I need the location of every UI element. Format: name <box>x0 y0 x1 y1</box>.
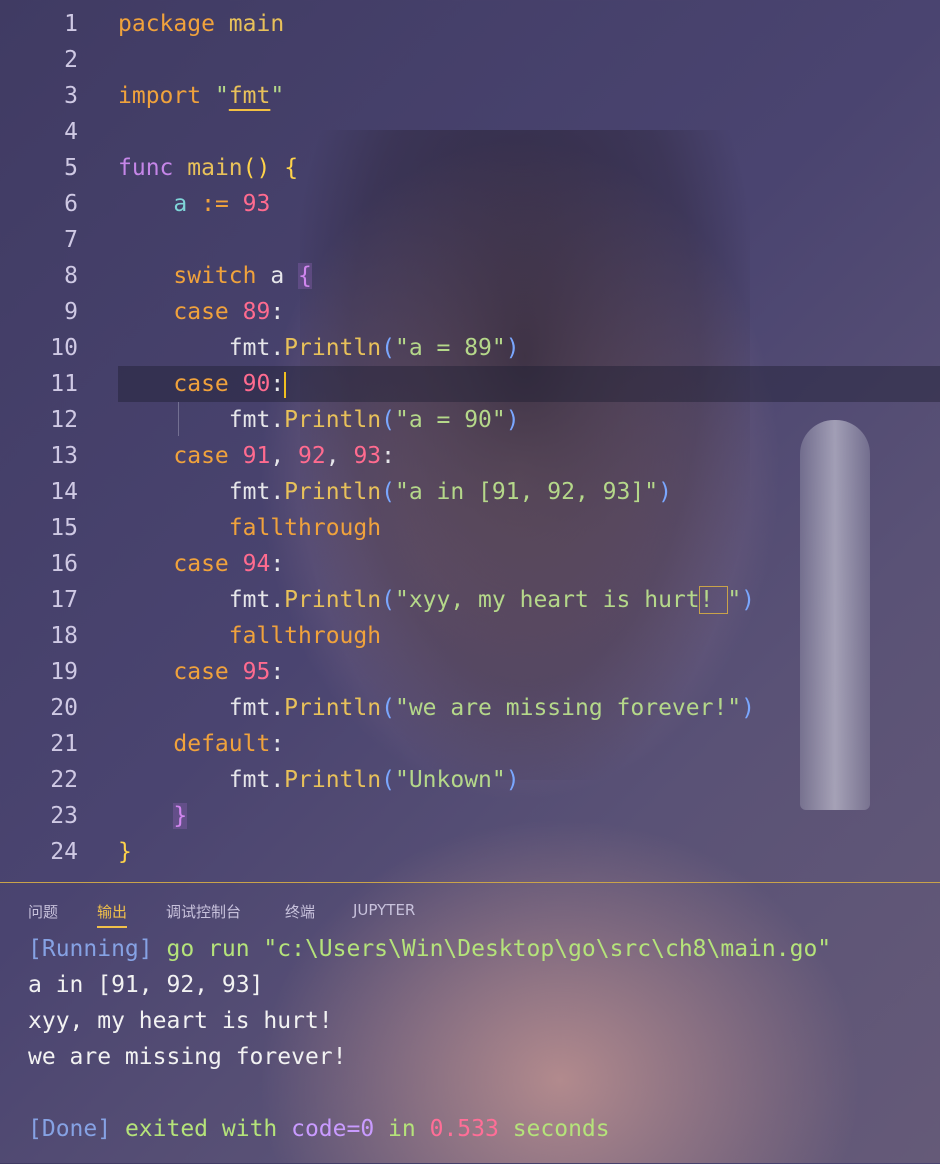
code-line-1[interactable]: 1 package main <box>0 6 284 42</box>
code-text[interactable]: default: <box>118 726 284 762</box>
done-tag: [Done] <box>28 1116 112 1142</box>
line-number: 5 <box>64 155 78 181</box>
line-number: 11 <box>50 371 78 397</box>
code-line-15[interactable]: 15 fallthrough <box>0 510 381 546</box>
code-line-16[interactable]: 16 case 94: <box>0 546 284 582</box>
code-text[interactable]: } <box>118 798 188 834</box>
code-text[interactable]: fmt.Println("we are missing forever!") <box>118 690 755 726</box>
line-number: 15 <box>50 515 78 541</box>
code-text[interactable]: fallthrough <box>118 510 381 546</box>
code-text[interactable]: case 91, 92, 93: <box>118 438 395 474</box>
code-line-9[interactable]: 9 case 89: <box>0 294 284 330</box>
run-time: 0.533 <box>429 1116 499 1142</box>
code-line-2[interactable]: 2 <box>0 42 78 78</box>
running-command: go run "c:\Users\Win\Desktop\go\src\ch8\… <box>152 936 832 962</box>
code-text[interactable]: fallthrough <box>118 618 381 654</box>
tab-terminal[interactable]: 终端 <box>285 901 315 922</box>
done-text-3: seconds <box>498 1116 610 1142</box>
code-line-12[interactable]: 12 fmt.Println("a = 90") <box>0 402 519 438</box>
output-line-3: we are missing forever! <box>28 1044 347 1070</box>
code-text[interactable]: case 89: <box>118 294 284 330</box>
code-line-6[interactable]: 6 a := 93 <box>0 186 270 222</box>
code-text[interactable]: case 95: <box>118 654 284 690</box>
line-number: 18 <box>50 623 78 649</box>
code-line-11[interactable]: 11 case 90: <box>0 366 287 402</box>
done-text-2: in <box>374 1116 430 1142</box>
line-number: 23 <box>50 803 78 829</box>
code-line-21[interactable]: 21 default: <box>0 726 284 762</box>
exit-code: code=0 <box>291 1116 375 1142</box>
code-line-3[interactable]: 3 import "fmt" <box>0 78 284 114</box>
code-line-10[interactable]: 10 fmt.Println("a = 89") <box>0 330 519 366</box>
code-text[interactable]: import "fmt" <box>118 78 284 114</box>
line-number: 21 <box>50 731 78 757</box>
code-line-20[interactable]: 20 fmt.Println("we are missing forever!"… <box>0 690 755 726</box>
line-number: 7 <box>64 227 78 253</box>
code-text[interactable]: fmt.Println("a = 89") <box>118 330 520 366</box>
output-done-line: [Done] exited with code=0 in 0.533 secon… <box>28 1116 610 1142</box>
line-number: 16 <box>50 551 78 577</box>
line-number: 17 <box>50 587 78 613</box>
code-text[interactable]: fmt.Println("xyy, my heart is hurt! ") <box>118 582 755 618</box>
tab-debug-console[interactable]: 调试控制台 <box>166 901 241 922</box>
code-line-14[interactable]: 14 fmt.Println("a in [91, 92, 93]") <box>0 474 672 510</box>
code-line-18[interactable]: 18 fallthrough <box>0 618 381 654</box>
line-number: 8 <box>64 263 78 289</box>
line-number: 22 <box>50 767 78 793</box>
code-line-5[interactable]: 5 func main() { <box>0 150 298 186</box>
done-text-1: exited with <box>111 1116 292 1142</box>
code-text[interactable]: func main() { <box>118 150 298 186</box>
output-running-line: [Running] go run "c:\Users\Win\Desktop\g… <box>28 936 831 962</box>
line-number: 13 <box>50 443 78 469</box>
code-text[interactable]: case 90: <box>118 366 287 402</box>
code-line-24[interactable]: 24} <box>0 834 132 870</box>
line-number: 4 <box>64 119 78 145</box>
line-number: 3 <box>64 83 78 109</box>
line-number: 10 <box>50 335 78 361</box>
code-editor[interactable]: 1 package main 2 3 import "fmt" 4 5 func ma… <box>0 0 940 882</box>
code-line-7[interactable]: 7 <box>0 222 78 258</box>
code-text[interactable]: switch a { <box>118 258 312 294</box>
code-line-13[interactable]: 13 case 91, 92, 93: <box>0 438 395 474</box>
line-number: 19 <box>50 659 78 685</box>
code-text[interactable]: fmt.Println("a in [91, 92, 93]") <box>118 474 672 510</box>
line-number: 12 <box>50 407 78 433</box>
line-number: 20 <box>50 695 78 721</box>
code-text[interactable]: case 94: <box>118 546 284 582</box>
tab-problems[interactable]: 问题 <box>28 901 58 922</box>
code-line-19[interactable]: 19 case 95: <box>0 654 284 690</box>
line-number: 1 <box>64 11 78 37</box>
running-tag: [Running] <box>28 936 153 962</box>
output-line-1: a in [91, 92, 93] <box>28 972 264 998</box>
code-line-4[interactable]: 4 <box>0 114 78 150</box>
line-number: 9 <box>64 299 78 325</box>
code-text[interactable]: } <box>118 834 132 870</box>
code-text[interactable]: fmt.Println("Unkown") <box>118 762 520 798</box>
code-line-23[interactable]: 23 } <box>0 798 188 834</box>
code-line-22[interactable]: 22 fmt.Println("Unkown") <box>0 762 519 798</box>
code-text[interactable]: a := 93 <box>118 186 270 222</box>
line-number: 2 <box>64 47 78 73</box>
background-rocket <box>800 420 870 810</box>
line-number: 6 <box>64 191 78 217</box>
output-line-2: xyy, my heart is hurt! <box>28 1008 333 1034</box>
code-line-8[interactable]: 8 switch a { <box>0 258 312 294</box>
text-cursor <box>284 371 287 398</box>
line-number: 14 <box>50 479 78 505</box>
code-line-17[interactable]: 17 fmt.Println("xyy, my heart is hurt! "… <box>0 582 755 618</box>
code-text[interactable]: package main <box>118 6 284 42</box>
tab-output[interactable]: 输出 <box>97 901 128 928</box>
code-text[interactable]: fmt.Println("a = 90") <box>118 402 520 438</box>
output-panel: 问题 输出 调试控制台 终端 JUPYTER [Running] go run … <box>0 882 940 1164</box>
tab-jupyter[interactable]: JUPYTER <box>353 901 415 919</box>
line-number: 24 <box>50 839 78 865</box>
